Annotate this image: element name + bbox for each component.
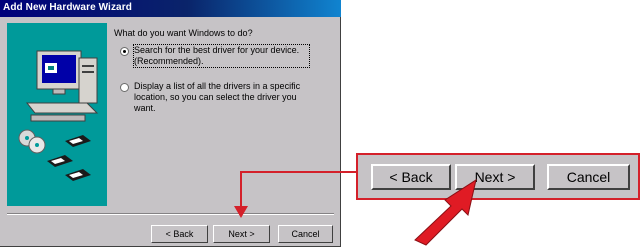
wizard-illustration [7, 23, 107, 206]
title-bar[interactable]: Add New Hardware Wizard [0, 0, 341, 17]
back-button[interactable]: < Back [151, 225, 208, 243]
cd-disks-icon [18, 129, 46, 154]
keyboard-icon [25, 102, 99, 122]
radio-button-unselected[interactable] [120, 83, 129, 92]
option-search-label: Search for the best driver for your devi… [133, 44, 310, 68]
computer-and-disks-illustration [18, 50, 99, 181]
zoomed-back-button[interactable]: < Back [371, 164, 451, 190]
radio-button-selected[interactable] [120, 47, 129, 56]
next-button[interactable]: Next > [213, 225, 270, 243]
wizard-question: What do you want Windows to do? [114, 28, 253, 38]
wizard-content: What do you want Windows to do? Search f… [114, 23, 336, 206]
button-separator [7, 213, 334, 215]
monitor-icon [36, 50, 82, 95]
zoomed-cancel-button[interactable]: Cancel [547, 164, 630, 190]
option-display-label: Display a list of all the drivers in a s… [134, 81, 301, 113]
zoomed-next-button[interactable]: Next > [455, 164, 535, 190]
computer-tower-icon [78, 57, 98, 104]
window-title: Add New Hardware Wizard [3, 2, 132, 13]
cancel-button[interactable]: Cancel [278, 225, 333, 243]
wizard-window: Add New Hardware Wizard What do you want… [0, 0, 341, 247]
floppy-disks-icon [47, 135, 91, 181]
